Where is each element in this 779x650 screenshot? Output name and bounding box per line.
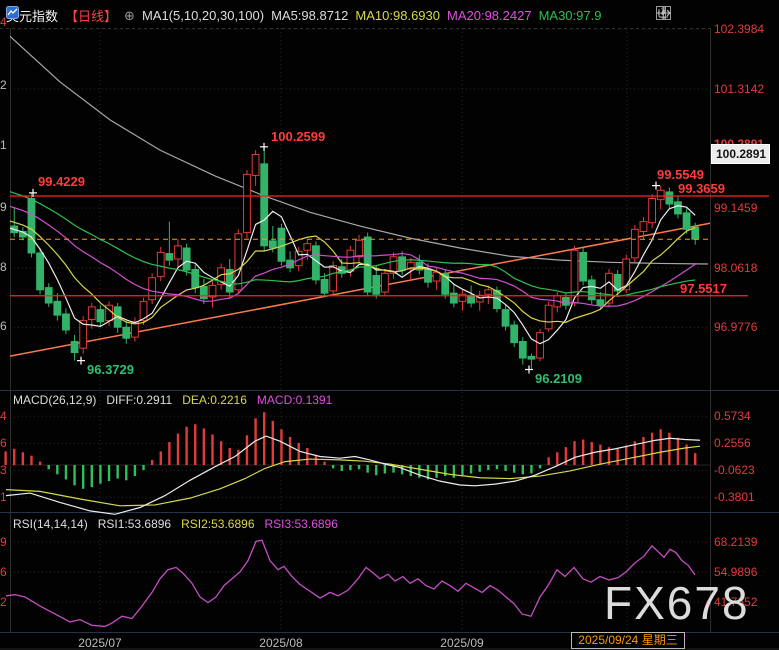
y-axis-label: 99.1459 xyxy=(714,202,757,214)
period-label: 【日线】 xyxy=(65,6,117,25)
macd-dea-value: DEA:0.2216 xyxy=(182,393,247,407)
clipped-axis-digit: 1 xyxy=(0,491,10,503)
rsi-pane[interactable] xyxy=(6,540,695,626)
extreme-markers xyxy=(29,143,660,374)
clipped-axis-digit: 6 xyxy=(0,320,10,332)
rsi3-value: RSI3:53.6896 xyxy=(265,517,338,531)
rsi2-value: RSI2:53.6896 xyxy=(181,517,254,531)
macd-axis-label: -0.0623 xyxy=(714,464,755,476)
current-date-box: 2025/09/24 星期三 xyxy=(571,632,685,649)
y-axis-label: 101.3142 xyxy=(714,83,764,95)
rsi-axis-label: 68.2139 xyxy=(714,536,757,548)
clipped-axis-digit: 6 xyxy=(0,437,10,449)
chart-application: { "header": { "symbol": "美元指数", "period"… xyxy=(0,0,779,650)
watermark-logo: FX678 xyxy=(604,576,750,630)
clipped-axis-digit: 2 xyxy=(0,79,10,91)
price-annotation: 100.2599 xyxy=(271,130,325,143)
gridlines xyxy=(10,28,710,632)
macd-axis-label: 0.2556 xyxy=(714,437,751,449)
ma20-value: MA20:98.2427 xyxy=(447,8,532,23)
rsi1-value: RSI1:53.6896 xyxy=(98,517,171,531)
price-annotation: 97.5517 xyxy=(680,282,727,295)
clipped-axis-digit: 2 xyxy=(0,596,10,608)
clipped-axis-digit: 1 xyxy=(0,139,10,151)
macd-pane[interactable] xyxy=(6,412,710,514)
price-annotation: 99.5549 xyxy=(657,168,704,181)
price-annotation: 99.3659 xyxy=(678,182,725,195)
add-compare-icon[interactable]: ⊕ xyxy=(124,8,135,24)
ma5-value: MA5:98.8712 xyxy=(271,8,348,23)
chart-style-icon xyxy=(6,6,19,19)
y-axis-label: 102.3984 xyxy=(714,23,764,35)
macd-header: MACD(26,12,9) DIFF:0.2911 DEA:0.2216 MAC… xyxy=(13,393,332,407)
macd-params-label: MACD(26,12,9) xyxy=(13,393,96,407)
price-annotation: 99.4229 xyxy=(38,175,85,188)
chart-header: 美元指数 【日线】 ⊕ MA1(5,10,20,30,100) MA5:98.8… xyxy=(6,6,601,25)
clipped-axis-digit: 9 xyxy=(0,201,10,213)
clipped-axis-digit: 4 xyxy=(0,410,10,422)
ma30-value: MA30:97.9 xyxy=(539,8,602,23)
macd-axis-label: 0.5734 xyxy=(714,410,751,422)
macd-value: MACD:0.1391 xyxy=(257,393,332,407)
rsi-params-label: RSI(14,14,14) xyxy=(13,517,88,531)
price-annotation: 96.2109 xyxy=(535,372,582,385)
ma-params-label: MA1(5,10,20,30,100) xyxy=(142,8,264,23)
candles[interactable] xyxy=(2,147,698,370)
price-annotation: 96.3729 xyxy=(87,363,134,376)
y-axis-label: 98.0618 xyxy=(714,262,757,274)
y-axis-label: 96.9776 xyxy=(714,321,757,333)
macd-diff-value: DIFF:0.2911 xyxy=(106,393,172,407)
clipped-axis-digit: 3 xyxy=(0,464,10,476)
rsi-header: RSI(14,14,14) RSI1:53.6896 RSI2:53.6896 … xyxy=(13,517,338,531)
price-chart-canvas[interactable] xyxy=(0,0,779,650)
macd-axis-label: -0.3801 xyxy=(714,491,755,503)
main-pane[interactable] xyxy=(0,36,710,369)
ma10-value: MA10:98.6930 xyxy=(355,8,440,23)
clipped-axis-digit: 8 xyxy=(0,261,10,273)
clipped-axis-digit: 9 xyxy=(0,536,10,548)
clipped-axis-digit: 6 xyxy=(0,566,10,578)
tool-page-forward-icon[interactable] xyxy=(655,5,672,21)
current-price-box: 100.2891 xyxy=(711,144,770,164)
